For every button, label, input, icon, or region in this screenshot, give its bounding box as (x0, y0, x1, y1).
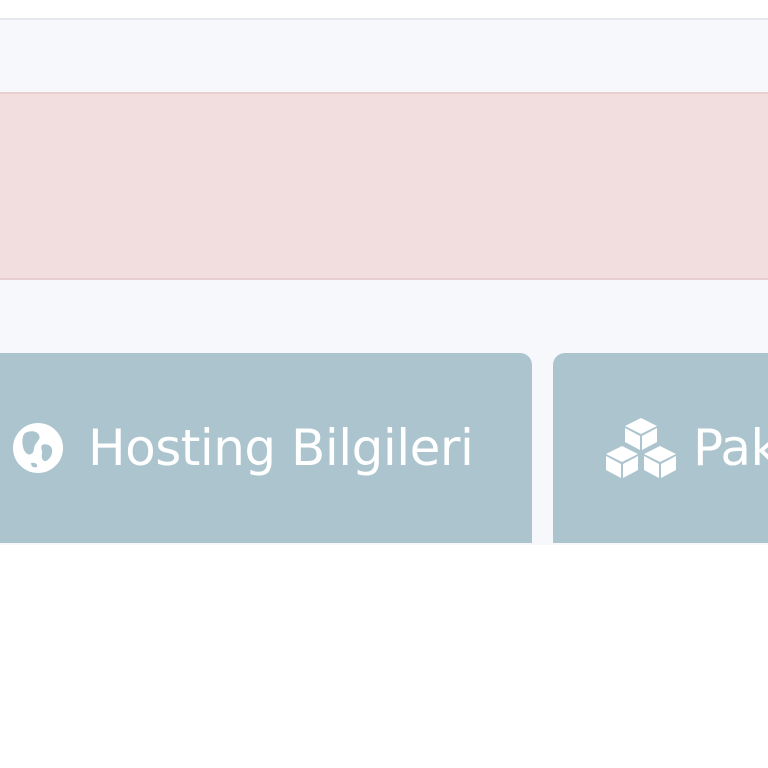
tab-packages[interactable]: Pak (553, 353, 768, 543)
page: Hosting Bilgileri Pak (0, 0, 768, 768)
top-strip (0, 0, 768, 20)
tab-packages-label: Pak (693, 419, 768, 477)
globe-icon (10, 420, 66, 476)
tab-hosting-label: Hosting Bilgileri (88, 419, 474, 477)
cubes-icon (603, 416, 679, 480)
alert-box (0, 92, 768, 280)
bottom-area (0, 545, 768, 768)
tab-hosting-info[interactable]: Hosting Bilgileri (0, 353, 532, 543)
